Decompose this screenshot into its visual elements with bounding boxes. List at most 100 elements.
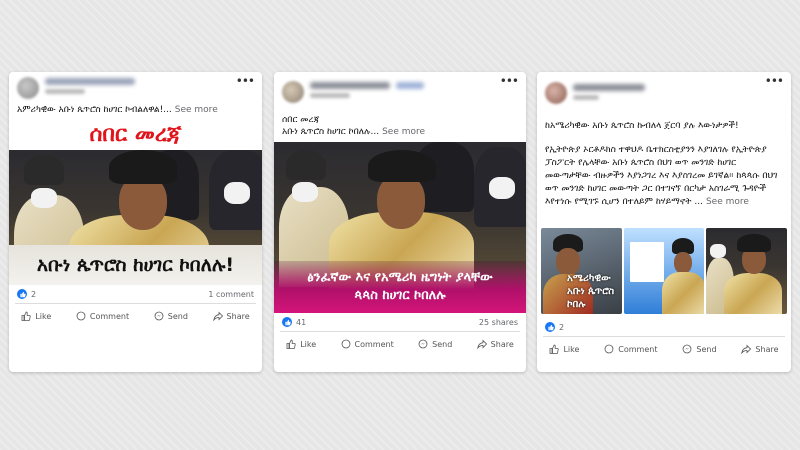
face-mask: [292, 182, 318, 202]
comment-button[interactable]: Comment: [604, 344, 657, 354]
post-meta-blurred: [45, 89, 85, 94]
hat: [286, 150, 326, 180]
share-button[interactable]: Share: [741, 344, 779, 354]
share-button[interactable]: Share: [476, 339, 514, 349]
like-reaction-icon: [545, 322, 555, 332]
like-button[interactable]: Like: [21, 311, 51, 321]
post-text-line: አቡነ ጴጥሮስ ከሀገር ኮበለሉ...: [282, 127, 380, 137]
face-mask: [710, 244, 727, 258]
like-count: 41: [296, 317, 307, 327]
send-label: Send: [696, 344, 717, 354]
share-button[interactable]: Share: [212, 311, 250, 321]
post-meta-blurred: [310, 93, 350, 98]
share-icon: [212, 311, 223, 321]
post-image[interactable]: ሰበር መረጃ አቡነ ጴጥሮስ ከሀገር ኮበለሉ!: [9, 120, 262, 285]
see-more-link[interactable]: See more: [706, 197, 749, 207]
like-count: 2: [559, 322, 565, 332]
share-label: Share: [755, 344, 779, 354]
gallery-image-2[interactable]: [623, 228, 705, 314]
author-name-blurred[interactable]: [310, 82, 390, 89]
image-caption: አቡነ ጴጥሮስ ከሀገር ኮበለሉ!: [9, 245, 262, 285]
like-count: 2: [31, 289, 37, 299]
post-card-2: ••• ሰበር መረጃ አቡነ ጴጥሮስ ከሀገር ኮበለሉ... See mor…: [274, 72, 526, 372]
image-caption: ፅንፈኛው እና የአሜሪካ ዜግነት ያላቸው ጳጳስ ከሀገር ኮበለሉ: [274, 261, 526, 313]
gallery-image-3[interactable]: [706, 228, 788, 314]
reaction-count[interactable]: 2: [545, 322, 564, 332]
more-options-icon[interactable]: •••: [236, 74, 255, 88]
post-stats: 2: [543, 318, 785, 337]
messenger-icon: [154, 311, 164, 321]
author-name-blurred[interactable]: [573, 84, 645, 91]
comment-button[interactable]: Comment: [341, 339, 394, 349]
like-label: Like: [35, 311, 52, 321]
image-caption-line: ጳጳስ ከሀገር ኮበለሉ: [354, 288, 446, 303]
face: [377, 174, 425, 229]
post-stats: 2 1 comment: [15, 285, 256, 304]
post-card-3: ••• ከአሜሪካዊው አቡነ ጴጥሮስ ኩብለላ ጀርባ ያሉ እውነታዎች!…: [537, 72, 791, 372]
author-suffix-blurred: [396, 82, 424, 89]
like-button[interactable]: Like: [549, 344, 579, 354]
comment-count[interactable]: 1 comment: [208, 290, 254, 299]
hat: [109, 150, 177, 184]
post-header: •••: [9, 72, 262, 102]
share-count[interactable]: 25 shares: [479, 318, 518, 327]
comment-label: Comment: [89, 311, 130, 321]
post-text-body: አምሪካዊው አቡነ ጴጥሮስ ከሀገር ኮብልለዋል!...: [17, 105, 172, 115]
comment-label: Comment: [618, 344, 658, 354]
action-bar: Like Comment Send Share: [9, 304, 262, 328]
more-options-icon[interactable]: •••: [765, 74, 784, 88]
comment-icon: [76, 311, 86, 321]
avatar[interactable]: [282, 81, 304, 103]
robe: [661, 272, 705, 314]
post-text: አምሪካዊው አቡነ ጴጥሮስ ከሀገር ኮብልለዋል!... See more: [9, 102, 262, 120]
post-text-headline: ከአሜሪካዊው አቡነ ጴጥሮስ ኩብለላ ጀርባ ያሉ እውነታዎች!: [545, 121, 739, 131]
send-button[interactable]: Send: [418, 339, 452, 349]
share-icon: [476, 339, 487, 349]
avatar[interactable]: [17, 77, 39, 99]
action-bar: Like Comment Send Share: [274, 332, 526, 356]
reaction-count[interactable]: 2: [17, 289, 36, 299]
image-caption: አሜሪካዊው አቡነ ጴጥሮስ ኮበሉ: [567, 273, 615, 310]
see-more-link[interactable]: See more: [175, 105, 218, 115]
avatar[interactable]: [545, 82, 567, 104]
share-label: Share: [490, 339, 514, 349]
like-icon: [21, 311, 31, 321]
like-button[interactable]: Like: [286, 339, 316, 349]
comment-button[interactable]: Comment: [76, 311, 129, 321]
robe: [724, 273, 783, 314]
share-icon: [741, 344, 752, 354]
reaction-count[interactable]: 41: [282, 317, 306, 327]
send-label: Send: [167, 311, 188, 321]
gallery-image-1[interactable]: አሜሪካዊው አቡነ ጴጥሮስ ኮበሉ: [541, 228, 622, 314]
comment-label: Comment: [354, 339, 394, 349]
share-label: Share: [226, 311, 250, 321]
image-caption-line: ፅንፈኛው እና የአሜሪካ ዜግነት ያላቸው: [307, 270, 493, 285]
image-gallery: አሜሪካዊው አቡነ ጴጥሮስ ኮበሉ: [537, 228, 791, 314]
post-text: ከአሜሪካዊው አቡነ ጴጥሮስ ኩብለላ ጀርባ ያሉ እውነታዎች! የኢት…: [537, 108, 791, 228]
like-reaction-icon: [17, 289, 27, 299]
send-button[interactable]: Send: [682, 344, 717, 354]
messenger-icon: [418, 339, 428, 349]
post-card-1: ••• አምሪካዊው አቡነ ጴጥሮስ ከሀገር ኮብልለዋል!... See m…: [9, 72, 262, 372]
comment-icon: [341, 339, 350, 349]
comment-icon: [604, 344, 614, 354]
post-stats: 41 25 shares: [280, 313, 520, 332]
face-mask: [224, 182, 250, 204]
post-header: •••: [274, 72, 526, 106]
author-name-blurred[interactable]: [45, 78, 135, 85]
see-more-link[interactable]: See more: [382, 127, 425, 137]
post-header: •••: [537, 72, 791, 108]
like-label: Like: [300, 339, 317, 349]
hat: [368, 150, 436, 182]
like-icon: [286, 339, 296, 349]
more-options-icon[interactable]: •••: [500, 74, 519, 88]
like-reaction-icon: [282, 317, 292, 327]
send-button[interactable]: Send: [154, 311, 188, 321]
face-mask: [31, 188, 57, 208]
post-image[interactable]: ፅንፈኛው እና የአሜሪካ ዜግነት ያላቸው ጳጳስ ከሀገር ኮበለሉ: [274, 142, 526, 313]
hat: [737, 234, 772, 252]
send-label: Send: [432, 339, 453, 349]
image-headline: ሰበር መረጃ: [9, 120, 262, 150]
post-meta-blurred: [573, 95, 599, 100]
like-label: Like: [563, 344, 580, 354]
